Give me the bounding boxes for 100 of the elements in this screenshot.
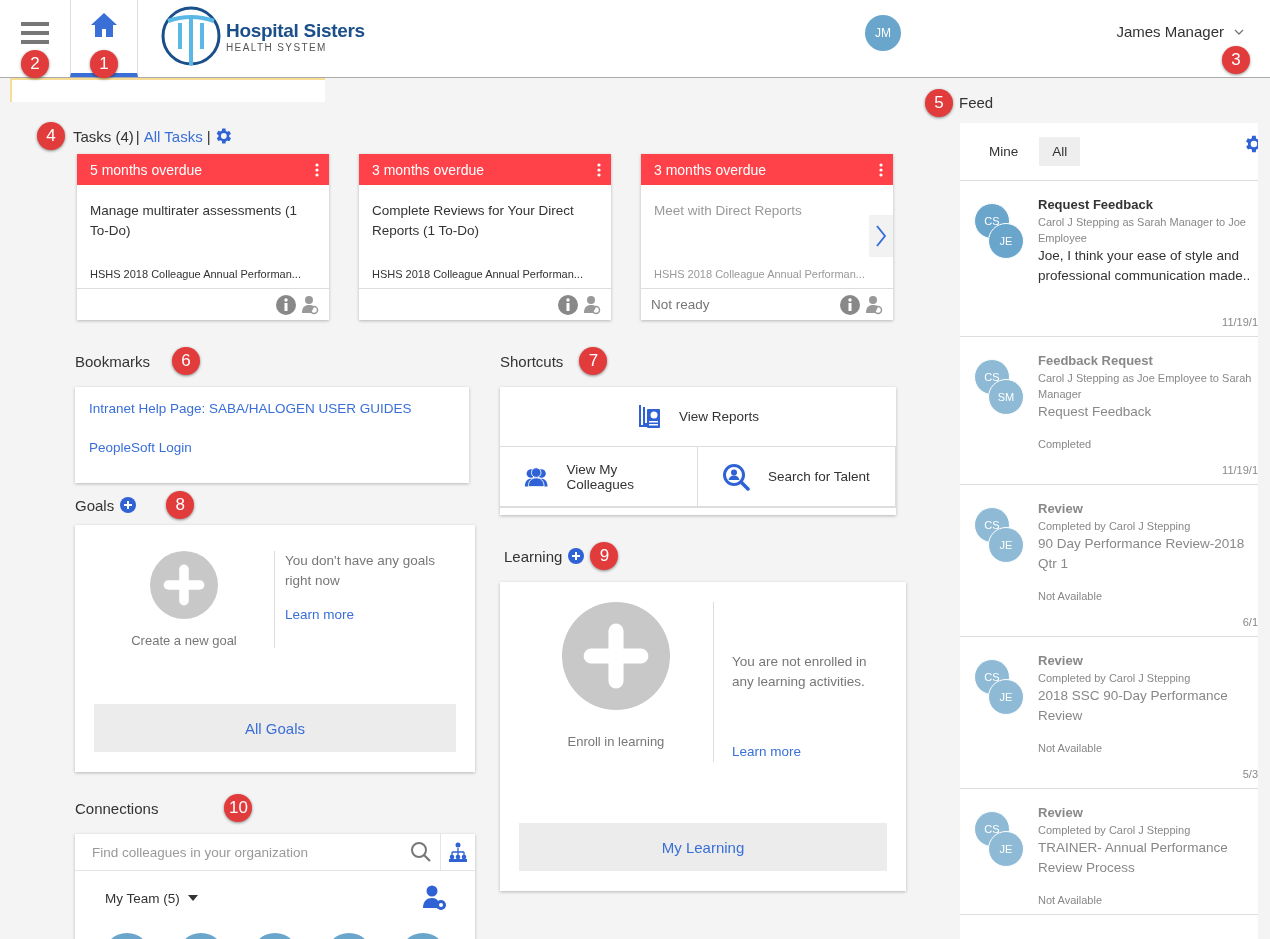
section-title: Bookmarks [75,352,151,370]
shortcut-button[interactable]: Search for Talent [698,447,896,507]
feed-date: 6/1 [1242,616,1258,628]
person-icon[interactable] [301,294,319,315]
menu-button[interactable]: 2 [0,0,70,77]
callout-marker: 8 [166,491,195,519]
search-field[interactable]: Find colleagues in your organization [90,843,410,861]
section-title: Tasks (4) [73,127,134,145]
org-chart-icon [449,842,467,862]
search-icon[interactable] [410,841,432,863]
enroll-label: Enroll in learning [567,734,665,749]
logo-tagline: HEALTH SYSTEM [226,41,328,53]
feed-title: Review [1038,653,1084,668]
bookmark-link[interactable]: Intranet Help Page: SABA/HALOGEN USER GUIDES [89,401,455,416]
separator: | [135,127,140,145]
callout-marker: 7 [579,347,608,375]
shortcut-button[interactable]: View My Colleagues [500,447,698,507]
feed-item[interactable]: CS JE Review Completed by Carol J Stepping 90 Day Performance Review-2018 Qtr 1 Not Available 6/1 [960,485,1258,637]
my-learning-button[interactable]: My Learning [519,823,887,871]
callout-marker: 3 [1222,46,1250,74]
more-icon[interactable] [597,162,601,177]
section-title: Shortcuts [500,352,564,370]
task-title: Manage multirater assessments (1 To-Do) [90,202,299,240]
feed-message: Request Feedback [1038,403,1153,421]
task-program: HSHS 2018 Colleague Annual Performan... [372,268,584,282]
add-icon[interactable] [568,548,585,564]
feed-message: TRAINER- Annual Performance Review Process [1038,839,1229,877]
info-icon[interactable] [558,294,578,315]
feed-tab[interactable]: Mine [976,137,1032,166]
add-icon[interactable] [120,497,137,513]
feed-message: 2018 SSC 90-Day Performance Review [1038,687,1229,725]
reports-icon [636,403,661,430]
feed-title: Review [1038,501,1084,516]
feed-byline: Completed by Carol J Stepping [1038,519,1192,534]
overdue-label: 3 months overdue [372,161,485,178]
callout-marker: 6 [172,347,201,375]
feed-item[interactable]: CS SM Feedback Request Carol J Stepping as Joe Employee to Sarah Manager Request Feedback Completed 11/19/1 [960,337,1258,485]
feed-date: 11/19/1 [1222,316,1258,328]
info-icon[interactable] [276,294,296,315]
feed-item[interactable]: CS JE Review Completed by Carol J Stepping TRAINER- Annual Performance Review Process Not Available [960,789,1258,915]
home-tab[interactable]: 1 [70,0,138,77]
feed-date: 11/19/1 [1222,464,1258,476]
section-title: Connections [75,799,159,817]
all-goals-button[interactable]: All Goals [94,704,456,752]
bookmark-link[interactable]: PeopleSoft Login [89,440,455,455]
more-icon[interactable] [315,162,319,177]
section-title: Goals [75,496,115,514]
people-icon [524,464,549,489]
org-chart-button[interactable] [441,834,475,870]
section-title: Learning [504,547,563,565]
task-card[interactable]: 5 months overdue Manage multirater assessments (1 To-Do) HSHS 2018 Colleague Annual Performan... [77,154,329,320]
logo-name: Hospital Sisters [226,19,365,42]
feed-status: Not Available [1038,590,1103,602]
task-program: HSHS 2018 Colleague Annual Performan... [90,268,302,282]
home-icon [90,12,118,38]
caret-icon [187,895,198,901]
task-title: Complete Reviews for Your Direct Reports (1 To-Do) [372,202,575,240]
feed-status: Not Available [1038,742,1103,754]
learn-more-link[interactable]: Learn more [731,742,887,762]
person-icon[interactable] [583,294,601,315]
feed-byline: Carol J Stepping as Joe Employee to Sarah Manager [1038,371,1253,402]
feed-tab[interactable]: All [1039,137,1081,166]
overdue-label: 5 months overdue [90,161,203,178]
feed-item[interactable]: CS JE Request Feedback Carol J Stepping as Sarah Manager to Joe Employee Joe, I think your ease of style and professional communication made.. 11/19/1 [960,181,1258,337]
callout-marker: 2 [21,50,49,78]
separator: | [206,127,211,145]
user-avatar[interactable]: JM [865,15,901,51]
chevron-right-icon [876,225,886,247]
task-title: Meet with Direct Reports [654,202,803,220]
callout-marker: 5 [925,88,953,117]
feed-message: 90 Day Performance Review-2018 Qtr 1 [1038,535,1246,573]
empty-message: You don't have any goals right now [285,552,435,590]
feed-message: Joe, I think your ease of style and professional communication made.. [1038,247,1252,285]
empty-message: You are not enrolled in any learning activities. [731,653,868,691]
callout-marker: 1 [90,50,118,78]
logo-icon [160,5,222,67]
learn-more-link[interactable]: Learn more [285,605,435,625]
all-tasks-link[interactable]: All Tasks [143,127,203,145]
menu-icon [21,22,49,44]
team-dropdown[interactable]: My Team (5) [105,890,198,906]
chevron-down-icon [1234,28,1244,35]
create-goal-label: Create a new goal [131,633,237,648]
callout-marker: 9 [590,542,619,570]
callout-marker: 4 [37,122,65,150]
callout-marker: 10 [224,794,253,822]
feed-title: Review [1038,805,1084,820]
feed-title: Feedback Request [1038,353,1154,368]
feed-byline: Completed by Carol J Stepping [1038,823,1192,838]
feed-date: 5/3 [1242,768,1258,780]
feed-byline: Completed by Carol J Stepping [1038,671,1192,686]
task-card[interactable]: 3 months overdue Complete Reviews for Your Direct Reports (1 To-Do) HSHS 2018 Colleague Annual Performan... [359,154,611,320]
task-program: HSHS 2018 Colleague Annual Performan... [654,268,866,282]
shortcut-button[interactable]: View Reports [500,387,896,447]
feed-title: Request Feedback [1038,197,1154,212]
feed-status: Not Available [1038,894,1103,906]
feed-byline: Carol J Stepping as Sarah Manager to Joe Employee [1038,215,1247,246]
task-status: Not ready [651,297,710,312]
person-settings-icon[interactable] [423,885,447,911]
feed-status: Completed [1038,438,1093,450]
feed-item[interactable]: CS JE Review Completed by Carol J Stepping 2018 SSC 90-Day Performance Review Not Available 5/3 [960,637,1258,789]
